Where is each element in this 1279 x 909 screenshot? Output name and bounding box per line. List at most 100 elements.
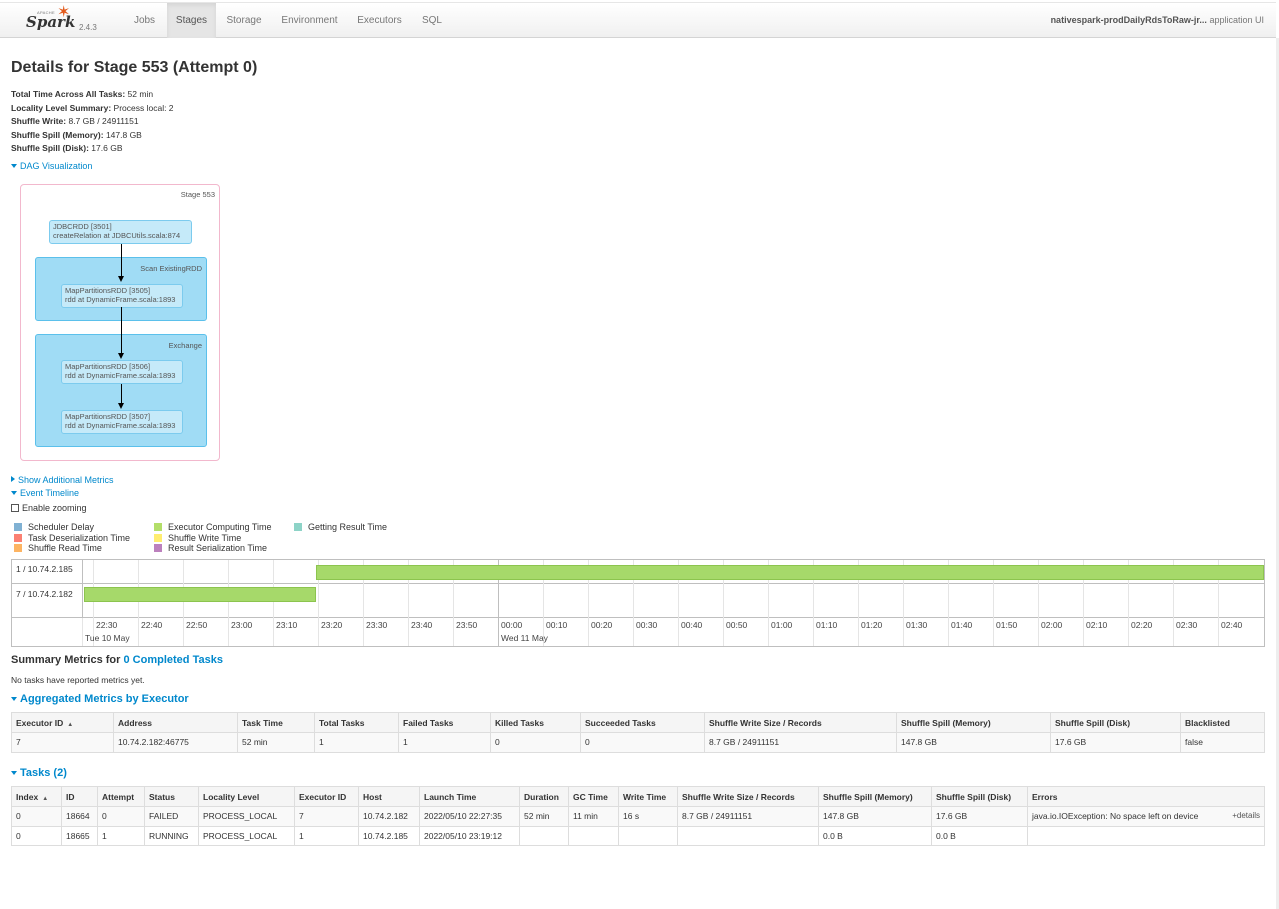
table-cell: 16 s (618, 806, 678, 827)
column-header[interactable]: Blacklisted (1180, 712, 1265, 733)
summary-label: Locality Level Summary: (11, 102, 112, 113)
summary-item: Total Time Across All Tasks: 52 min (11, 88, 174, 102)
column-header[interactable]: Failed Tasks (398, 712, 491, 733)
summary-metrics-heading: Summary Metrics for 0 Completed Tasks (11, 654, 223, 666)
dag-edge (121, 384, 122, 403)
column-header[interactable]: Shuffle Spill (Disk) (931, 786, 1028, 807)
column-header[interactable]: Errors (1027, 786, 1265, 807)
legend-item: Executor Computing Time (154, 522, 272, 532)
legend-swatch (154, 544, 162, 552)
timeline-tick-label: 01:40 (951, 620, 973, 630)
timeline-tick-label: 23:30 (366, 620, 388, 630)
timeline-row-label: 7 / 10.74.2.182 (16, 589, 73, 599)
legend-swatch (154, 523, 162, 531)
summary-metrics-prefix: Summary Metrics for (11, 654, 121, 666)
enable-zooming-checkbox[interactable]: Enable zooming (11, 503, 87, 513)
column-header[interactable]: Address (113, 712, 238, 733)
summary-item: Shuffle Write: 8.7 GB / 24911151 (11, 115, 174, 129)
timeline-gridline (138, 560, 139, 646)
table-cell: 2022/05/10 22:27:35 (419, 806, 520, 827)
column-header[interactable]: Executor ID ▲ (11, 712, 114, 733)
column-header[interactable]: Write Time (618, 786, 678, 807)
column-header[interactable]: Shuffle Spill (Memory) (818, 786, 932, 807)
timeline-tick-label: 23:50 (456, 620, 478, 630)
column-header[interactable]: Killed Tasks (490, 712, 581, 733)
column-header[interactable]: Locality Level (198, 786, 295, 807)
task-bar-failed[interactable] (84, 587, 316, 602)
summary-value: 17.6 GB (91, 143, 123, 154)
summary-value: 52 min (127, 89, 154, 99)
timeline-tick-label: 02:00 (1041, 620, 1063, 630)
aggregated-metrics-toggle[interactable]: Aggregated Metrics by Executor (11, 693, 189, 705)
show-additional-metrics-toggle[interactable]: Show Additional Metrics (11, 475, 114, 485)
legend-swatch (294, 523, 302, 531)
event-timeline[interactable]: 1 / 10.74.2.185 7 / 10.74.2.182 Tue 10 M… (11, 559, 1265, 647)
timeline-tick-label: 00:00 (501, 620, 523, 630)
table-cell: 8.7 GB / 24911151 (704, 732, 897, 753)
column-header[interactable]: Total Tasks (314, 712, 399, 733)
legend-item: Result Serialization Time (154, 543, 267, 553)
dag-rdd-node[interactable]: MapPartitionsRDD [3507] rdd at DynamicFr… (61, 410, 183, 434)
column-header[interactable]: Host (358, 786, 420, 807)
column-header[interactable]: Duration (519, 786, 569, 807)
tab-environment[interactable]: Environment (272, 3, 347, 38)
spark-logo[interactable]: APACHE Spark ✶ 2.4.3 (24, 5, 97, 36)
timeline-tick-label: 01:00 (771, 620, 793, 630)
event-timeline-toggle[interactable]: Event Timeline (11, 488, 79, 498)
column-header[interactable]: Index ▲ (11, 786, 62, 807)
timeline-tick-label: 23:10 (276, 620, 298, 630)
table-cell: 17.6 GB (1050, 732, 1181, 753)
column-header[interactable]: Executor ID (294, 786, 359, 807)
table-cell (1027, 825, 1265, 846)
column-header[interactable]: Attempt (97, 786, 145, 807)
legend-label: Scheduler Delay (28, 522, 95, 532)
column-header[interactable]: Succeeded Tasks (580, 712, 705, 733)
tasks-toggle[interactable]: Tasks (2) (11, 767, 67, 779)
timeline-tick-label: 00:50 (726, 620, 748, 630)
legend-swatch (14, 523, 22, 531)
details-link[interactable]: +details (1232, 811, 1260, 820)
timeline-tick-label: 00:30 (636, 620, 658, 630)
timeline-tick-label: 22:30 (96, 620, 118, 630)
column-header[interactable]: ID (61, 786, 98, 807)
column-header[interactable]: Status (144, 786, 199, 807)
timeline-tick-label: 23:20 (321, 620, 343, 630)
column-header[interactable]: Shuffle Write Size / Records (677, 786, 819, 807)
table-cell: FAILED (144, 806, 199, 827)
dag-rdd-node[interactable]: JDBCRDD [3501] createRelation at JDBCUti… (49, 220, 192, 244)
dag-visualization: Stage 553 JDBCRDD [3501] createRelation … (20, 184, 220, 461)
column-header[interactable]: Shuffle Write Size / Records (704, 712, 897, 733)
column-header[interactable]: Task Time (237, 712, 315, 733)
column-header[interactable]: Shuffle Spill (Memory) (896, 712, 1051, 733)
column-header[interactable]: Launch Time (419, 786, 520, 807)
arrow-head-icon (118, 276, 124, 282)
completed-tasks-link[interactable]: 0 Completed Tasks (124, 654, 223, 666)
legend-label: Result Serialization Time (168, 543, 268, 553)
dag-visualization-toggle[interactable]: DAG Visualization (11, 161, 92, 171)
chevron-down-icon (11, 164, 17, 168)
table-cell: RUNNING (144, 825, 199, 846)
summary-item: Shuffle Spill (Disk): 17.6 GB (11, 142, 174, 156)
timeline-tick-label: 00:40 (681, 620, 703, 630)
tab-jobs[interactable]: Jobs (122, 3, 167, 38)
summary-label: Total Time Across All Tasks: (11, 89, 126, 99)
legend-label: Shuffle Read Time (28, 543, 102, 553)
timeline-tick-label: 23:40 (411, 620, 433, 630)
dag-rdd-node[interactable]: MapPartitionsRDD [3505] rdd at DynamicFr… (61, 284, 183, 308)
column-header[interactable]: Shuffle Spill (Disk) (1050, 712, 1181, 733)
timeline-tick-label: 02:20 (1131, 620, 1153, 630)
chevron-down-icon (11, 771, 17, 775)
column-header[interactable]: GC Time (568, 786, 619, 807)
tab-storage[interactable]: Storage (216, 3, 272, 38)
dag-rdd-node[interactable]: MapPartitionsRDD [3506] rdd at DynamicFr… (61, 360, 183, 384)
checkbox-icon[interactable] (11, 504, 19, 512)
tab-stages[interactable]: Stages (167, 3, 216, 38)
task-bar-running[interactable] (316, 565, 1264, 580)
table-cell: 1 (398, 732, 491, 753)
summary-value: 147.8 GB (105, 129, 142, 140)
tab-executors[interactable]: Executors (347, 3, 412, 38)
chevron-right-icon (11, 476, 15, 482)
table-cell (568, 825, 619, 846)
summary-item: Locality Level Summary: Process local: 2 (11, 102, 174, 116)
tab-sql[interactable]: SQL (412, 3, 452, 38)
